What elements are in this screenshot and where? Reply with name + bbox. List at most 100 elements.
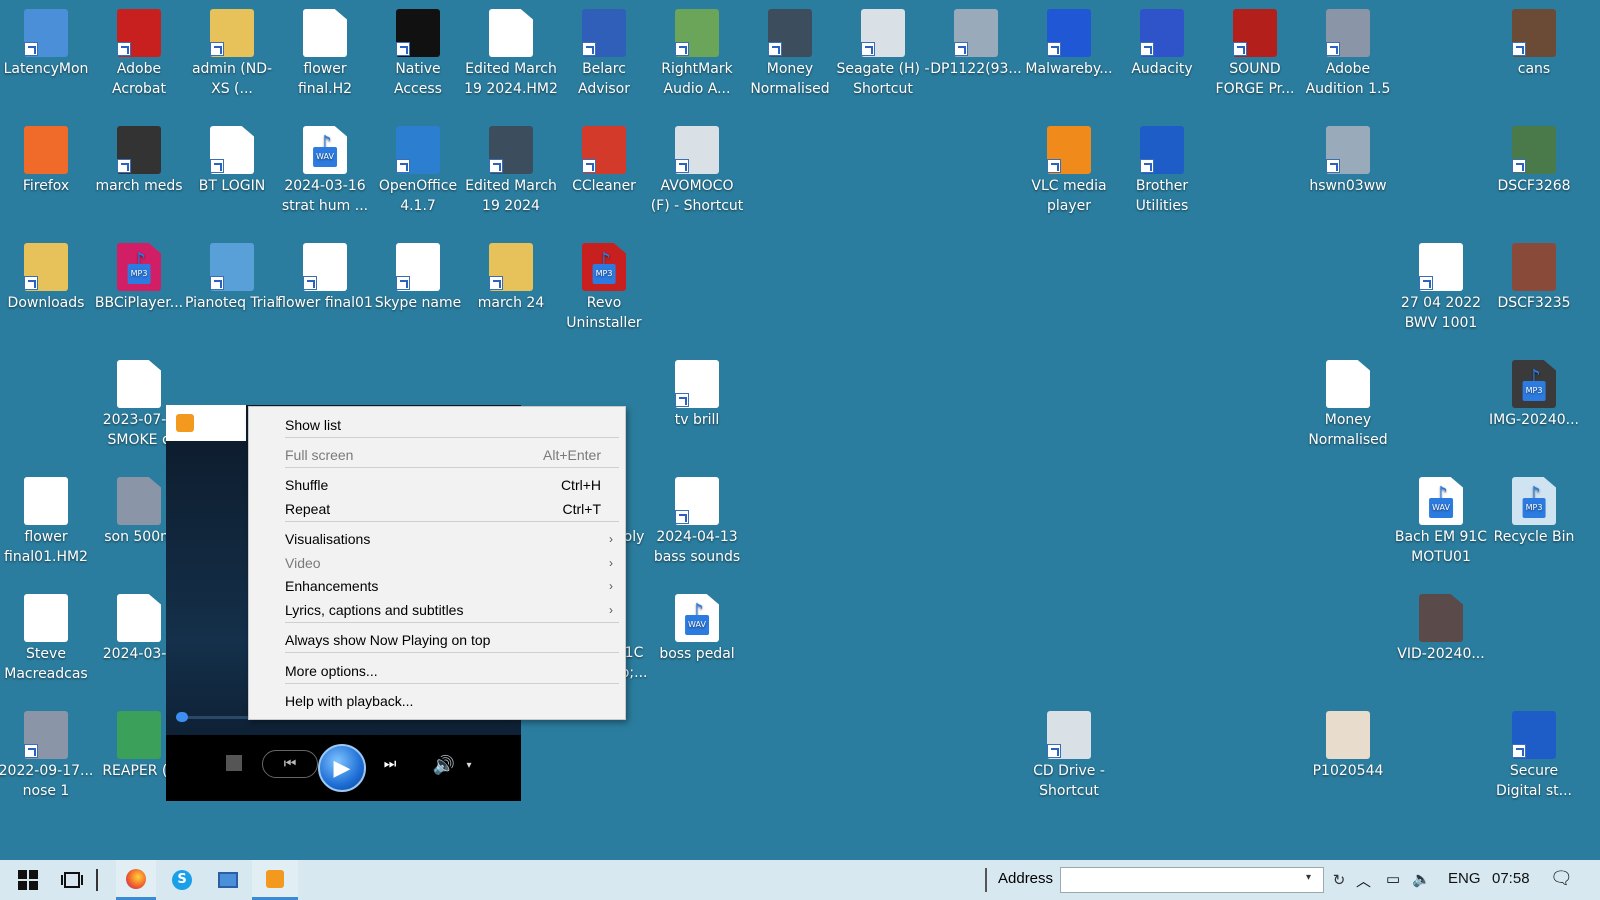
desktop-icon-image: [115, 476, 163, 526]
desktop-icon[interactable]: Skype name: [372, 242, 464, 313]
meet-now-icon[interactable]: ▭: [1386, 870, 1400, 888]
desktop-icon[interactable]: Native Access: [372, 8, 464, 99]
desktop-icon[interactable]: Money Normalised: [744, 8, 836, 99]
desktop-icon[interactable]: hswn03ww: [1302, 125, 1394, 196]
desktop-icon-label: IMG-20240...: [1489, 412, 1579, 428]
player-titlebar[interactable]: [166, 405, 246, 441]
menu-item-video[interactable]: Video ›: [249, 551, 625, 575]
notification-icon[interactable]: 🗨: [1550, 868, 1573, 889]
desktop-icon[interactable]: flower final.H2: [279, 8, 371, 99]
volume-icon[interactable]: 🔈: [1412, 870, 1431, 888]
desktop-icon[interactable]: march 24: [465, 242, 557, 313]
previous-button[interactable]: ⏮: [262, 750, 318, 778]
taskbar-media-player[interactable]: [252, 860, 298, 900]
desktop-icon[interactable]: flower final01: [277, 242, 373, 313]
taskbar-skype[interactable]: S: [162, 860, 202, 900]
tray-overflow-icon[interactable]: ︿: [1356, 870, 1371, 891]
desktop-icon[interactable]: BT LOGIN: [186, 125, 278, 196]
desktop-icon[interactable]: DP1122(93...: [930, 8, 1022, 79]
desktop-icon[interactable]: Malwareby...: [1023, 8, 1115, 79]
start-button[interactable]: [8, 860, 48, 900]
desktop-icon[interactable]: Pianoteq Trial: [185, 242, 279, 313]
desktop-icon[interactable]: CD Drive - Shortcut: [1023, 710, 1115, 801]
desktop-icon[interactable]: Belarc Advisor: [558, 8, 650, 99]
desktop-icon[interactable]: SOUND FORGE Pr...: [1209, 8, 1301, 99]
file-type-tag: WAV: [1429, 498, 1453, 518]
refresh-icon[interactable]: ↻: [1328, 867, 1350, 893]
menu-separator: [285, 652, 619, 653]
desktop-icon[interactable]: Edited March 19 2024.HM2: [464, 8, 558, 99]
desktop-icon[interactable]: Adobe Acrobat: [93, 8, 185, 99]
desktop-icon[interactable]: Adobe Audition 1.5: [1302, 8, 1394, 99]
desktop-icon[interactable]: Firefox: [0, 125, 92, 196]
desktop-icon[interactable]: WAV Bach EM 91C MOTU01: [1395, 476, 1487, 567]
desktop-icon[interactable]: MP3 Revo Uninstaller: [558, 242, 650, 333]
desktop-icon-image: [208, 125, 256, 175]
desktop-icon[interactable]: Edited March 19 2024: [465, 125, 557, 216]
volume-button[interactable]: 🔊: [432, 753, 456, 777]
desktop-icon[interactable]: DSCF3268: [1488, 125, 1580, 196]
seek-handle[interactable]: [176, 712, 188, 722]
shortcut-arrow-icon: [861, 42, 875, 56]
desktop-icon[interactable]: 2024-04-13 bass sounds: [651, 476, 743, 567]
desktop-icon[interactable]: march meds: [93, 125, 185, 196]
desktop-icon[interactable]: 27 04 2022 BWV 1001: [1395, 242, 1487, 333]
desktop-icon[interactable]: cans: [1488, 8, 1580, 79]
desktop-icon-image: [952, 8, 1000, 58]
task-view-button[interactable]: [52, 860, 92, 900]
menu-item-repeat[interactable]: Repeat Ctrl+T: [249, 497, 625, 521]
desktop-icon[interactable]: Downloads: [0, 242, 92, 313]
desktop-icon[interactable]: OpenOffice 4.1.7: [372, 125, 464, 216]
menu-item-more-options[interactable]: More options...: [249, 659, 625, 683]
address-input[interactable]: [1060, 867, 1324, 893]
desktop-icon-image: [859, 8, 907, 58]
desktop-icon[interactable]: LatencyMon: [0, 8, 92, 79]
menu-item-help-with-playback[interactable]: Help with playback...: [249, 689, 625, 713]
clock[interactable]: 07:58: [1492, 870, 1530, 887]
menu-item-lyrics-captions-and-subtitles[interactable]: Lyrics, captions and subtitles ›: [249, 598, 625, 622]
stop-button[interactable]: [226, 755, 242, 771]
desktop-icon[interactable]: admin (ND-XS (...: [186, 8, 278, 99]
desktop-icon[interactable]: flower final01.HM2: [0, 476, 92, 567]
desktop-icon[interactable]: VLC media player: [1023, 125, 1115, 216]
menu-item-show-list[interactable]: Show list: [249, 413, 625, 437]
desktop-icon[interactable]: RightMark Audio A...: [651, 8, 743, 99]
desktop-icon[interactable]: CCleaner: [558, 125, 650, 196]
desktop-icon-image: [301, 242, 349, 292]
desktop-icon-label: BT LOGIN: [198, 178, 266, 194]
desktop-icon[interactable]: MP3 IMG-20240...: [1488, 359, 1580, 430]
desktop-icon[interactable]: VID-20240...: [1395, 593, 1487, 664]
desktop-icon[interactable]: P1020544: [1302, 710, 1394, 781]
menu-item-enhancements[interactable]: Enhancements ›: [249, 574, 625, 598]
menu-item-label: Repeat: [285, 501, 331, 517]
desktop-icon-image: [301, 8, 349, 58]
desktop-icon-image: [1510, 242, 1558, 292]
desktop-icon[interactable]: tv brill: [651, 359, 743, 430]
desktop-icon[interactable]: Money Normalised: [1302, 359, 1394, 450]
play-button[interactable]: ▶: [318, 744, 366, 792]
shortcut-arrow-icon: [1419, 276, 1433, 290]
desktop-icon[interactable]: Audacity: [1116, 8, 1208, 79]
address-dropdown[interactable]: ▾: [1306, 872, 1311, 883]
menu-item-shuffle[interactable]: Shuffle Ctrl+H: [249, 473, 625, 497]
desktop-icon[interactable]: Seagate (H) - Shortcut: [836, 8, 930, 99]
desktop-icon[interactable]: Secure Digital st...: [1488, 710, 1580, 801]
desktop-icon[interactable]: DSCF3235: [1488, 242, 1580, 313]
shortcut-arrow-icon: [396, 42, 410, 56]
desktop-icon[interactable]: WAV boss pedal: [651, 593, 743, 664]
menu-item-visualisations[interactable]: Visualisations ›: [249, 527, 625, 551]
taskbar-firefox[interactable]: [116, 860, 156, 900]
desktop-icon[interactable]: AVOMOCO (F) - Shortcut: [651, 125, 743, 216]
volume-dropdown[interactable]: ▾: [462, 755, 476, 775]
menu-item-always-show-now-playing-on-top[interactable]: Always show Now Playing on top: [249, 628, 625, 652]
next-button[interactable]: ⏭: [370, 750, 410, 778]
desktop-icon[interactable]: MP3 BBCiPlayer...: [93, 242, 185, 313]
desktop-icon[interactable]: WAV 2024-03-16 strat hum ...: [279, 125, 371, 216]
desktop-icon[interactable]: Brother Utilities: [1116, 125, 1208, 216]
desktop-icon[interactable]: 2022-09-17... nose 1: [0, 710, 93, 801]
language-indicator[interactable]: ENG: [1448, 870, 1481, 887]
desktop-icon[interactable]: Steve Macreadcas: [0, 593, 92, 684]
menu-item-full-screen[interactable]: Full screen Alt+Enter: [249, 443, 625, 467]
desktop-icon[interactable]: MP3 Recycle Bin: [1488, 476, 1580, 547]
taskbar-control-panel[interactable]: [208, 860, 248, 900]
